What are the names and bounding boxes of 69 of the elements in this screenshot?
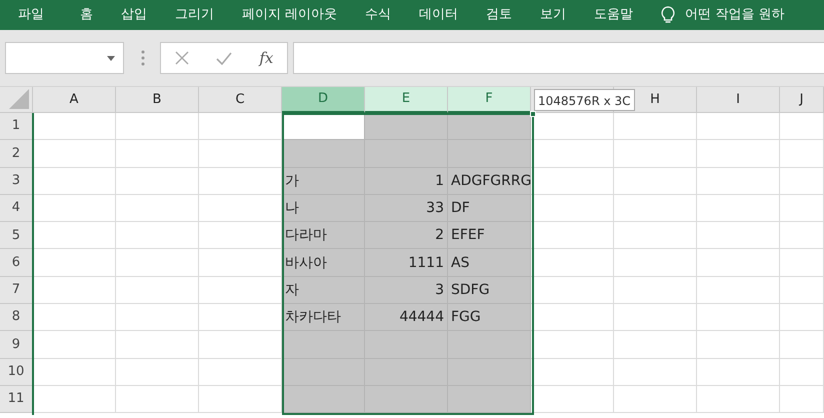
row-header[interactable]: 3 bbox=[0, 168, 33, 195]
table-cell: 1 bbox=[365, 168, 448, 195]
row-header[interactable]: 6 bbox=[0, 249, 33, 277]
table-cell: DF bbox=[448, 194, 531, 222]
cancel-icon[interactable] bbox=[174, 51, 189, 65]
table-cell bbox=[780, 358, 824, 386]
table-cell bbox=[780, 113, 824, 140]
selection-size-tooltip: 1048576R x 3C bbox=[534, 89, 635, 111]
grip-dots-icon bbox=[141, 50, 145, 66]
table-cell: FGG bbox=[448, 304, 531, 332]
column-header[interactable]: F bbox=[448, 87, 531, 113]
row-header[interactable]: 8 bbox=[0, 304, 33, 332]
row-header[interactable]: 9 bbox=[0, 331, 33, 359]
ribbon-tab[interactable]: 도움말 bbox=[580, 5, 648, 25]
ribbon-tab[interactable]: 페이지 레이아웃 bbox=[228, 5, 352, 25]
table-cell: SDFG bbox=[448, 276, 531, 304]
table-cell bbox=[780, 140, 824, 168]
ribbon-tab[interactable]: 홈 bbox=[66, 5, 107, 25]
row-header[interactable]: 10 bbox=[0, 358, 33, 386]
table-cell: 3 bbox=[365, 276, 448, 304]
table-cell bbox=[780, 386, 824, 414]
table-cell bbox=[780, 168, 824, 195]
table-cell: 다라마 bbox=[282, 222, 365, 250]
table-cell: 44444 bbox=[365, 304, 448, 332]
formula-input[interactable] bbox=[293, 42, 824, 74]
row-header[interactable]: 2 bbox=[0, 140, 33, 168]
ribbon-tab[interactable]: 검토 bbox=[472, 5, 526, 25]
column-header[interactable]: D bbox=[282, 87, 365, 113]
table-cell bbox=[780, 194, 824, 222]
row-header[interactable]: 11 bbox=[0, 386, 33, 414]
table-cell bbox=[780, 331, 824, 359]
ribbon-tab[interactable]: 삽입 bbox=[107, 5, 161, 25]
column-header[interactable]: J bbox=[780, 87, 824, 113]
table-cell: 33 bbox=[365, 194, 448, 222]
table-cell: AS bbox=[448, 249, 531, 277]
table-cell: 가 bbox=[282, 168, 365, 195]
ribbon-tab[interactable]: 수식 bbox=[351, 5, 406, 25]
column-header[interactable]: A bbox=[33, 87, 116, 113]
column-header[interactable]: I bbox=[697, 87, 780, 113]
ribbon-tab[interactable]: 그리기 bbox=[161, 5, 228, 25]
table-cell: EFEF bbox=[448, 222, 531, 250]
row-header[interactable]: 1 bbox=[0, 113, 33, 140]
table-cell: 1111 bbox=[365, 249, 448, 277]
table-cell: 나 bbox=[282, 194, 365, 222]
row-header[interactable]: 7 bbox=[0, 276, 33, 304]
table-cell bbox=[780, 249, 824, 277]
table-cell bbox=[780, 222, 824, 250]
ribbon-tab[interactable]: 데이터 bbox=[405, 5, 472, 25]
table-cell: 바사아 bbox=[282, 249, 365, 277]
row-header[interactable]: 5 bbox=[0, 222, 33, 250]
row-header[interactable]: 4 bbox=[0, 194, 33, 222]
table-cell: 자 bbox=[282, 276, 365, 304]
dropdown-caret-icon[interactable] bbox=[107, 56, 115, 61]
check-icon[interactable] bbox=[216, 52, 232, 64]
tell-me-field[interactable]: 어떤 작업을 원하 bbox=[675, 5, 798, 25]
table-cell: ADGFGRRG bbox=[448, 168, 531, 195]
column-header[interactable]: E bbox=[365, 87, 448, 113]
lightbulb-icon bbox=[661, 6, 676, 24]
ribbon-tab[interactable]: 보기 bbox=[526, 5, 580, 25]
ribbon-tab[interactable]: 파일 bbox=[0, 5, 66, 25]
table-cell bbox=[780, 276, 824, 304]
table-cell bbox=[780, 304, 824, 332]
table-cell: 차카다타 bbox=[282, 304, 365, 332]
column-header[interactable]: B bbox=[116, 87, 199, 113]
column-header[interactable]: C bbox=[199, 87, 282, 113]
fill-handle[interactable] bbox=[530, 111, 536, 117]
table-cell: 2 bbox=[365, 222, 448, 250]
insert-function-button[interactable]: fx bbox=[259, 46, 274, 70]
select-all-icon[interactable] bbox=[9, 89, 29, 109]
